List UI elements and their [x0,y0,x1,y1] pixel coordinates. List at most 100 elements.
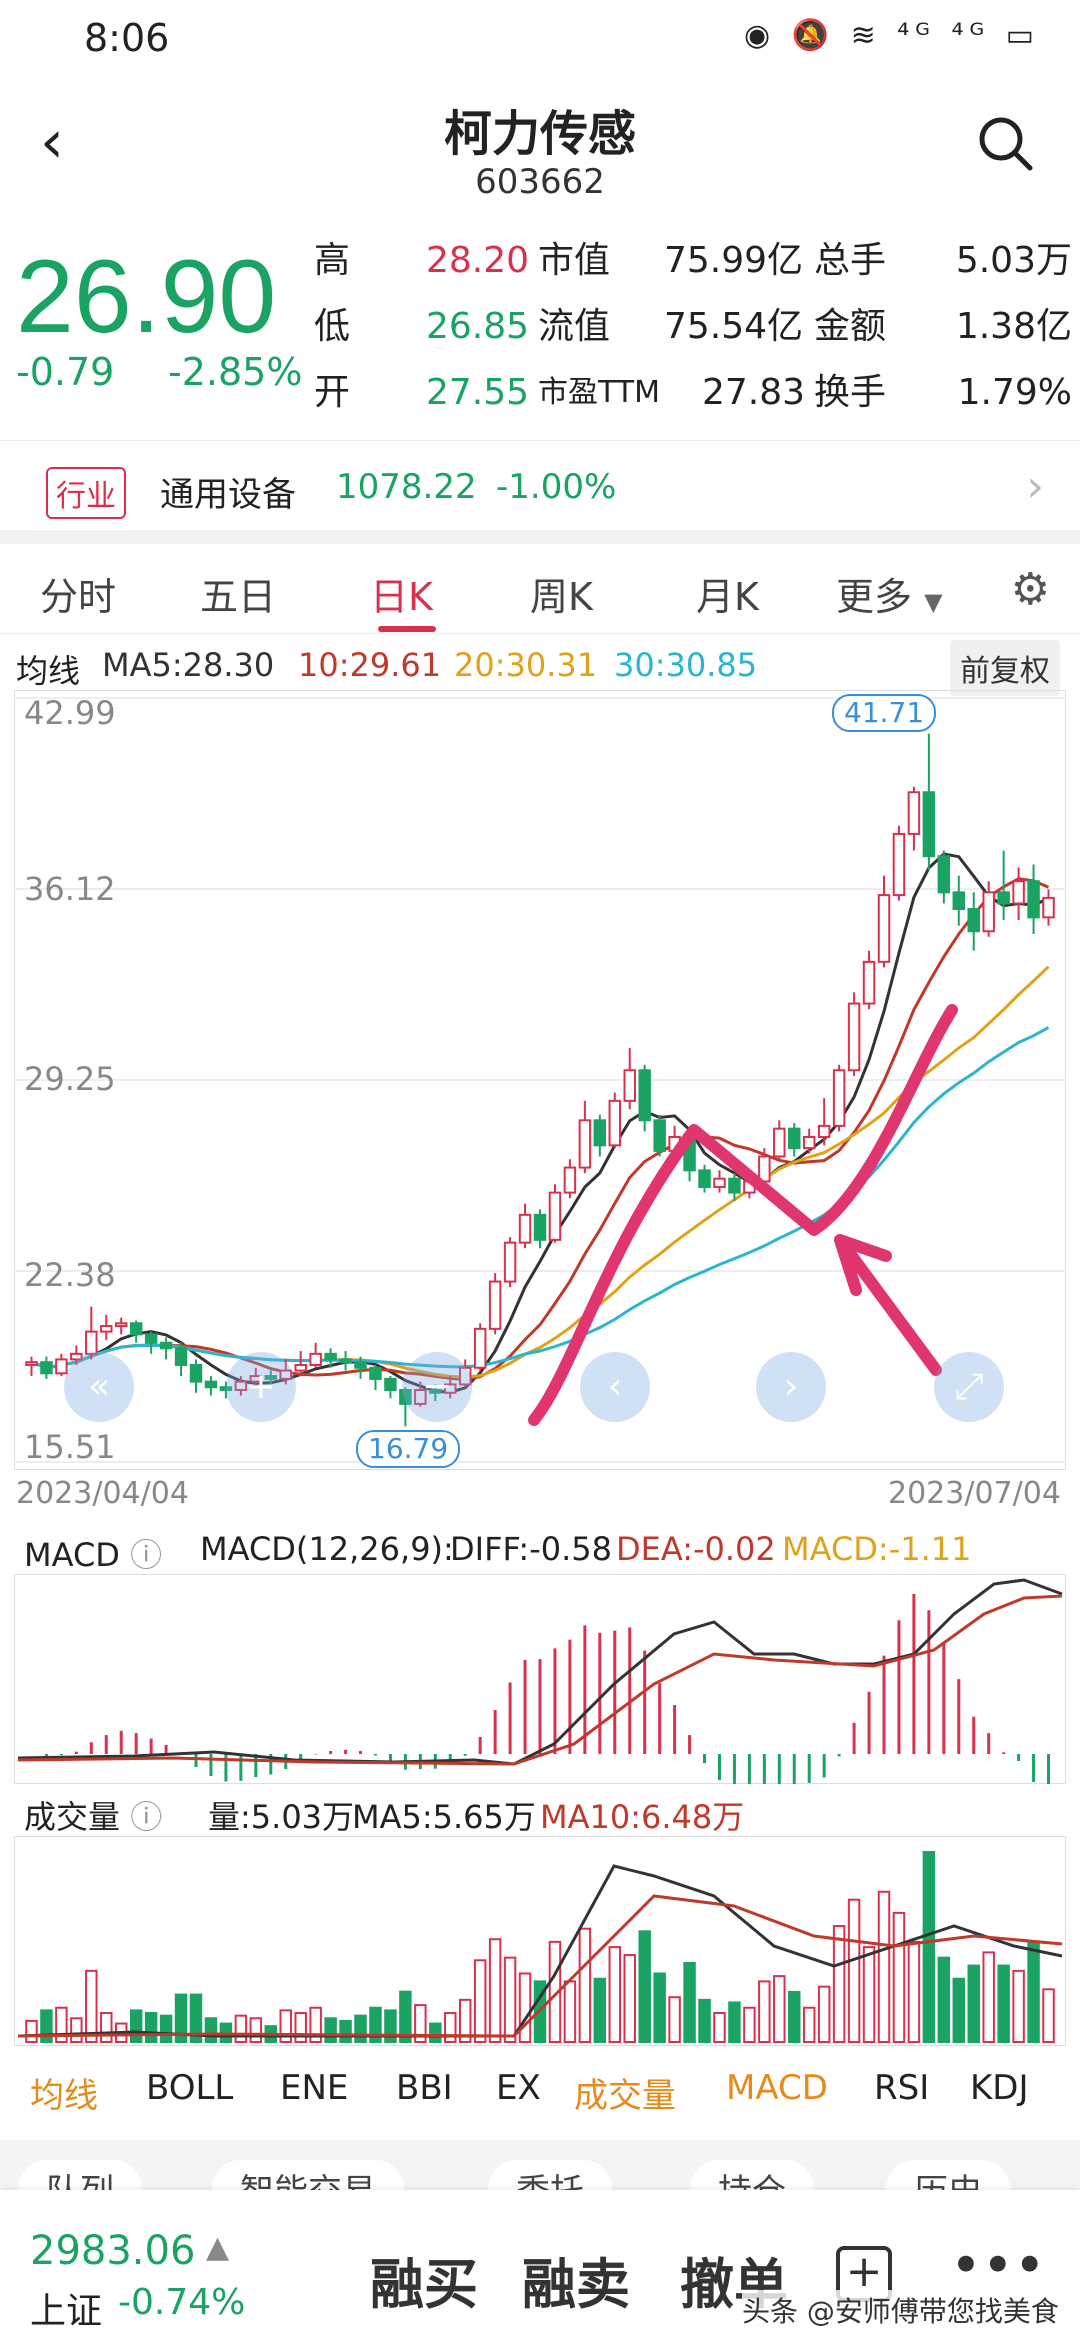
volume-bar [862,1946,876,2043]
volume-bar [847,1898,861,2043]
candle-body [997,891,1010,905]
help-icon[interactable]: ⓘ [130,1536,162,1574]
tab-5day[interactable]: 五日 [200,566,276,621]
volume-bar [70,2017,83,2044]
tab-weekly-k[interactable]: 周K [530,566,593,621]
candle-body [204,1380,218,1389]
candle-body [563,1166,577,1194]
candle [608,1092,622,1149]
candle-body [907,791,921,835]
candle-body [473,1327,487,1369]
help-icon[interactable]: ⓘ [130,1798,162,1836]
candle-body [1027,880,1040,919]
vol-value: 5.03万 [955,240,1072,281]
candle [802,1128,816,1154]
high-value: 28.20 [426,240,530,281]
volume-bar [324,2017,337,2044]
margin-buy-button[interactable]: 融买 [370,2240,478,2319]
rewind-icon[interactable]: « [64,1352,134,1422]
volume-bar [802,2006,816,2043]
volume-bar [937,1956,951,2043]
index-pct: -0.74% [118,2282,246,2323]
candle-body [623,1069,636,1102]
zoom-in-icon[interactable]: + [226,1352,296,1422]
candle [1042,889,1055,926]
volume-bar [578,1927,592,2043]
ma10-value: 10:29.61 [298,646,442,684]
tab-more[interactable]: 更多 ▼ [836,566,943,621]
industry-name: 通用设备 [160,475,296,515]
ind-tab-boll[interactable]: BOLL [146,2068,233,2108]
candle [817,1098,831,1146]
indicator-tabs: 均线 BOLL ENE BBI EX 成交量 MACD RSI KDJ [0,2060,1080,2120]
volume-bar [25,2019,38,2043]
candle-body [533,1213,547,1241]
scroll-right-icon[interactable]: › [756,1352,826,1422]
float-value: 75.54亿 [664,306,804,347]
candle-body [503,1241,517,1283]
more-icon[interactable]: ••• [950,2234,1046,2297]
volume-bar [952,1977,966,2043]
status-icons: ◉ 🔕 ≋ ⁴ᴳ ⁴ᴳ ▭ [743,18,1040,53]
candle-body [100,1325,113,1333]
industry-row[interactable]: 行业 通用设备 1078.22 -1.00% › [0,440,1080,530]
tab-daily-k[interactable]: 日K [370,566,433,621]
candle-body [324,1352,337,1361]
tab-intraday[interactable]: 分时 [40,566,116,621]
candle-body [937,855,951,894]
ind-tab-bbi[interactable]: BBI [396,2068,453,2108]
volume-bar [339,2019,352,2043]
ind-tab-ma[interactable]: 均线 [30,2068,98,2117]
volume-bar [354,2014,367,2043]
ind-tab-kdj[interactable]: KDJ [970,2068,1029,2108]
candle [698,1164,711,1193]
macd-params: MACD(12,26,9): [200,1530,454,1568]
candle-body [638,1069,651,1122]
macd-chart [14,1574,1066,1784]
ind-tab-volume[interactable]: 成交量 [574,2068,676,2117]
volume-bar [743,2006,756,2043]
candle-body [25,1361,38,1366]
candle [25,1356,38,1377]
caret-down-icon: ▼ [924,588,943,616]
mktcap-value: 75.99亿 [664,240,804,281]
candle-body [1012,880,1025,905]
candle [159,1337,173,1360]
quote-labels-col3: 总手 金额 换手 [814,228,886,426]
ind-tab-macd[interactable]: MACD [726,2068,828,2108]
candle [1027,864,1040,935]
industry-badge: 行业 [46,467,126,519]
scroll-left-icon[interactable]: ‹ [580,1352,650,1422]
stock-code: 603662 [475,162,605,202]
candle-body [85,1330,98,1355]
candle-body [339,1358,352,1364]
candle-body [129,1322,143,1336]
volume-bar [488,1938,502,2043]
volume-bar [967,1964,980,2044]
candle-body [758,1155,771,1183]
ind-tab-ex[interactable]: EX [496,2068,541,2108]
kline-chart[interactable] [14,690,1066,1470]
margin-sell-button[interactable]: 融卖 [522,2240,630,2319]
tab-monthly-k[interactable]: 月K [696,566,759,621]
candle [788,1123,801,1157]
volume-bar [444,2012,457,2043]
candle [533,1209,547,1249]
candle [204,1376,218,1396]
candle [773,1120,786,1163]
x-date-end: 2023/07/04 [888,1476,1061,1511]
volume-bar [1042,1988,1055,2044]
adjust-button[interactable]: 前复权 [950,640,1060,696]
volume-bar [563,1980,577,2044]
ind-tab-ene[interactable]: ENE [280,2068,348,2108]
y-tick-label: 29.25 [24,1060,116,1098]
candle [384,1376,397,1399]
fullscreen-icon[interactable]: ⤢ [934,1352,1004,1422]
candle [862,950,876,1010]
ind-tab-rsi[interactable]: RSI [874,2068,929,2108]
candle-body [698,1169,711,1189]
volume-value: 量:5.03万 [208,1798,355,1836]
search-icon[interactable] [976,114,1034,172]
zoom-out-icon[interactable]: − [402,1352,472,1422]
gear-icon[interactable]: ⚙ [1011,564,1050,615]
